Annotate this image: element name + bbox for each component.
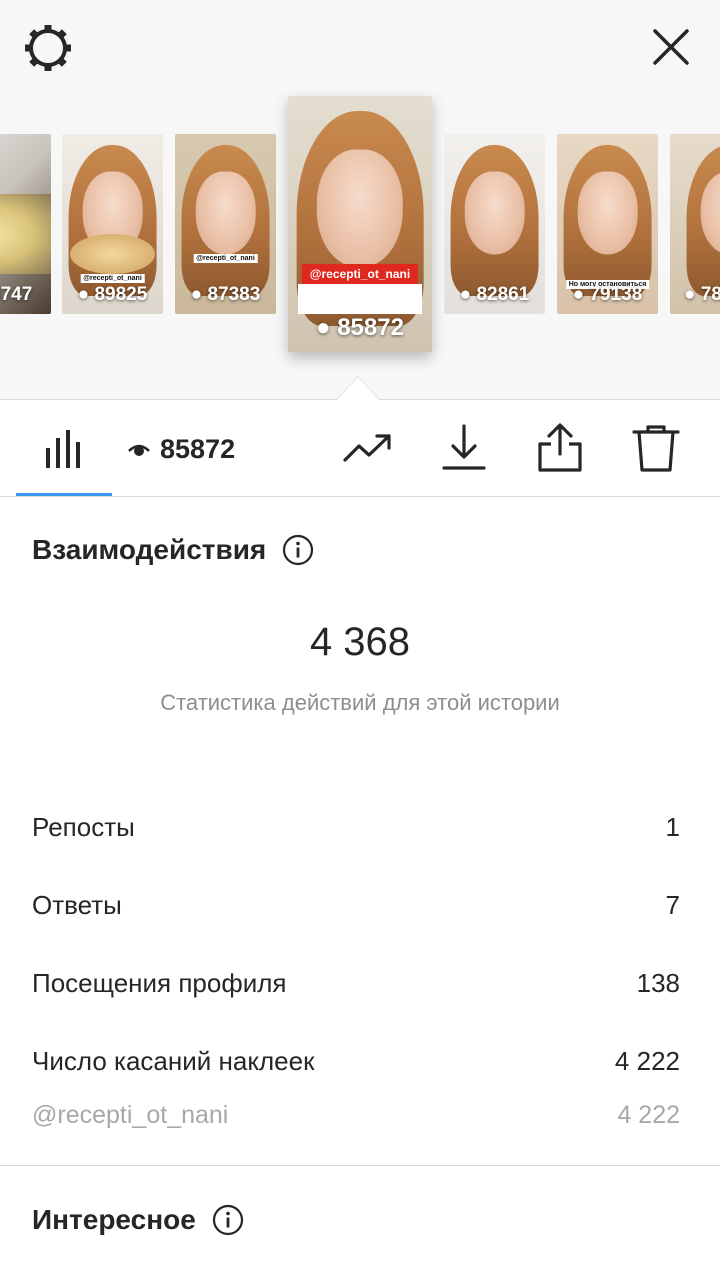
story-views: ● 87383 [190, 284, 261, 305]
story-thumbnail[interactable]: ● 78 [670, 134, 720, 314]
stat-row-replies: Ответы 7 [32, 890, 680, 921]
stat-row-sticker-mention[interactable]: @recepti_ot_nani 4 222 [32, 1101, 680, 1130]
info-icon[interactable] [212, 1204, 244, 1236]
story-handle: @recepti_ot_nani [301, 264, 419, 284]
story-handle: @recepti_ot_nani [80, 274, 145, 283]
eye-icon: ● [684, 284, 701, 305]
stat-label: Ответы [32, 890, 122, 920]
story-thumbnail[interactable]: @recepti_ot_nani ● 87383 [175, 134, 276, 314]
eye-icon: ● [316, 314, 338, 341]
story-views: ● 85872 [316, 314, 404, 341]
eye-icon: ● [190, 284, 208, 305]
discovery-section-title: Интересное [32, 1204, 244, 1236]
selection-pointer [336, 376, 380, 400]
stories-header: 0747 @recepti_ot_nani ● 89825 @recepti_o… [0, 0, 720, 400]
story-handle: @recepti_ot_nani [193, 254, 258, 263]
story-thumbnail[interactable]: @recepti_ot_nani ● 89825 [62, 134, 163, 314]
story-views: ● 79138 [572, 284, 643, 305]
discovery-title: Интересное [32, 1204, 196, 1235]
trash-icon[interactable] [630, 422, 682, 474]
views-counter: 85872 [128, 434, 235, 465]
interactions-total: 4 368 [309, 620, 411, 664]
close-icon[interactable] [648, 24, 694, 70]
story-caption [298, 284, 422, 314]
story-views: ● 82861 [459, 284, 530, 305]
interactions-section-title: Взаимодействия [32, 534, 314, 566]
stat-value: 4 222 [614, 1046, 680, 1076]
story-views: 0747 [0, 284, 33, 305]
eye-icon [128, 444, 150, 456]
stat-label: Репосты [32, 812, 135, 842]
stat-row-sticker-taps: Число касаний наклеек 4 222 [32, 1046, 680, 1077]
stat-value: 1 [665, 812, 680, 842]
stat-row-profile-visits: Посещения профиля 138 [32, 968, 680, 999]
stat-row-reposts: Репосты 1 [32, 812, 680, 843]
story-views: ● 89825 [77, 284, 148, 305]
story-thumbnail-active[interactable]: @recepti_ot_nani ● 85872 [288, 96, 432, 352]
story-views: ● 78 [684, 284, 720, 305]
download-icon[interactable] [438, 422, 490, 474]
share-icon[interactable] [534, 422, 586, 474]
views-count: 85872 [160, 434, 236, 464]
stat-value: 7 [665, 890, 680, 920]
interactions-title: Взаимодействия [32, 534, 267, 565]
story-thumbnail[interactable]: 0747 [0, 134, 51, 314]
gear-icon[interactable] [22, 22, 74, 74]
eye-icon: ● [572, 284, 590, 305]
interactions-subtitle: Статистика действий для этой истории [160, 690, 560, 715]
section-divider [0, 1165, 720, 1166]
stat-label: @recepti_ot_nani [32, 1101, 229, 1129]
trend-icon[interactable] [342, 422, 394, 474]
story-thumbnail[interactable]: Но могу остановиться ● 79138 [557, 134, 658, 314]
info-icon[interactable] [282, 534, 314, 566]
eye-icon: ● [77, 284, 95, 305]
stat-label: Посещения профиля [32, 968, 287, 998]
chart-icon [46, 430, 80, 468]
eye-icon: ● [459, 284, 477, 305]
stat-value: 4 222 [617, 1101, 680, 1129]
story-toolbar: 85872 [0, 400, 720, 497]
stat-value: 138 [636, 968, 680, 998]
stat-label: Число касаний наклеек [32, 1046, 315, 1076]
tab-insights[interactable] [16, 400, 112, 496]
story-thumbnail[interactable]: ● 82861 [444, 134, 545, 314]
